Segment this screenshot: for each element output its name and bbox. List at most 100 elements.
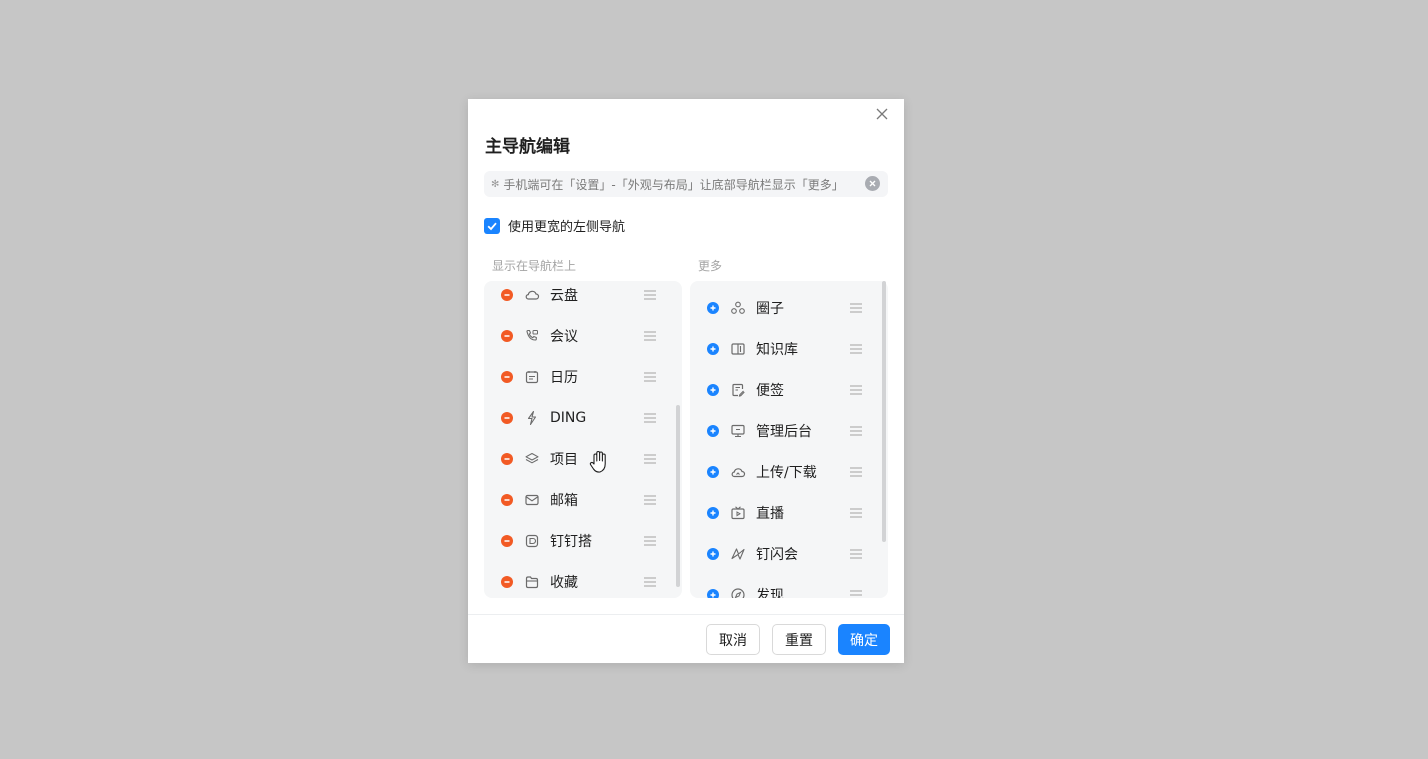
item-label: 云盘 xyxy=(550,287,578,304)
layers-icon xyxy=(524,451,540,467)
drag-handle-icon[interactable] xyxy=(643,371,657,383)
footer-divider xyxy=(468,614,904,615)
list-item[interactable]: 上传/下载 xyxy=(690,451,880,492)
tip-close-icon[interactable] xyxy=(865,176,880,191)
list-item[interactable]: 邮箱 xyxy=(484,479,674,520)
add-icon[interactable] xyxy=(707,383,719,396)
drag-handle-icon[interactable] xyxy=(849,302,863,314)
remove-icon[interactable] xyxy=(501,493,513,506)
item-label: 日历 xyxy=(550,369,578,386)
item-label: 管理后台 xyxy=(756,423,812,440)
monitor-icon xyxy=(730,423,746,439)
cloud-upload-icon xyxy=(730,464,746,480)
more-items-list[interactable]: 圈子 知识库 便签 管理后台 上传/下载 直播 钉闪会 发现 xyxy=(690,281,888,598)
drag-handle-icon[interactable] xyxy=(643,289,657,301)
cancel-button[interactable]: 取消 xyxy=(706,624,760,655)
remove-icon[interactable] xyxy=(501,411,513,424)
add-icon[interactable] xyxy=(707,506,719,519)
item-label: 圈子 xyxy=(756,300,784,317)
list-item[interactable]: DING xyxy=(484,397,674,438)
tip-text: 手机端可在「设置」-「外观与布局」让底部导航栏显示「更多」 xyxy=(503,177,844,192)
drag-handle-icon[interactable] xyxy=(643,535,657,547)
drag-handle-icon[interactable] xyxy=(849,384,863,396)
add-icon[interactable] xyxy=(707,588,719,598)
main-nav-edit-dialog: 主导航编辑 ✻ 手机端可在「设置」-「外观与布局」让底部导航栏显示「更多」 使用… xyxy=(468,99,904,663)
lightning-icon xyxy=(524,410,540,426)
item-label: 会议 xyxy=(550,328,578,345)
drag-handle-icon[interactable] xyxy=(849,589,863,598)
remove-icon[interactable] xyxy=(501,575,513,588)
folder-icon xyxy=(524,574,540,590)
list-item[interactable]: 云盘 xyxy=(484,281,674,315)
wide-nav-label: 使用更宽的左侧导航 xyxy=(508,220,626,235)
more-column-header: 更多 xyxy=(698,259,723,273)
checkbox-checked-icon[interactable] xyxy=(484,217,500,234)
drag-handle-icon[interactable] xyxy=(849,425,863,437)
drag-handle-icon[interactable] xyxy=(643,576,657,588)
meeting-phone-icon xyxy=(524,328,540,344)
info-icon: ✻ xyxy=(491,178,500,190)
item-label: 邮箱 xyxy=(550,492,578,509)
list-item[interactable]: 钉闪会 xyxy=(690,533,880,574)
tv-icon xyxy=(730,505,746,521)
list-item[interactable]: 项目 xyxy=(484,438,674,479)
drag-handle-icon[interactable] xyxy=(643,494,657,506)
item-label: 知识库 xyxy=(756,341,798,358)
item-label: 发现 xyxy=(756,587,784,599)
shown-items-list[interactable]: 云盘 会议 日历 DING 项目 邮箱 钉钉搭 收藏 xyxy=(484,281,682,598)
flash-meeting-icon xyxy=(730,546,746,562)
reset-button[interactable]: 重置 xyxy=(772,624,826,655)
item-label: 项目 xyxy=(550,451,578,468)
list-item[interactable]: 管理后台 xyxy=(690,410,880,451)
drag-handle-icon[interactable] xyxy=(643,330,657,342)
book-icon xyxy=(730,341,746,357)
tip-banner: ✻ 手机端可在「设置」-「外观与布局」让底部导航栏显示「更多」 xyxy=(484,171,888,197)
remove-icon[interactable] xyxy=(501,370,513,383)
list-item[interactable]: 知识库 xyxy=(690,328,880,369)
dialog-title: 主导航编辑 xyxy=(485,137,570,157)
app-builder-icon xyxy=(524,533,540,549)
item-label: 收藏 xyxy=(550,574,578,591)
item-label: 直播 xyxy=(756,505,784,522)
drag-handle-icon[interactable] xyxy=(849,343,863,355)
circle-group-icon xyxy=(730,300,746,316)
remove-icon[interactable] xyxy=(501,329,513,342)
wide-nav-toggle[interactable]: 使用更宽的左侧导航 xyxy=(484,216,625,235)
list-item[interactable]: 会议 xyxy=(484,315,674,356)
list-item[interactable]: 圈子 xyxy=(690,287,880,328)
close-icon[interactable] xyxy=(874,106,890,122)
remove-icon[interactable] xyxy=(501,288,513,301)
add-icon[interactable] xyxy=(707,301,719,314)
item-label: 便签 xyxy=(756,382,784,399)
item-label: 钉钉搭 xyxy=(550,533,592,550)
add-icon[interactable] xyxy=(707,424,719,437)
hand-cursor-icon xyxy=(588,449,612,475)
more-list-scrollbar[interactable] xyxy=(882,281,886,542)
item-label: DING xyxy=(550,409,587,426)
cloud-icon xyxy=(524,287,540,303)
calendar-icon xyxy=(524,369,540,385)
drag-handle-icon[interactable] xyxy=(643,453,657,465)
list-item[interactable]: 收藏 xyxy=(484,561,674,598)
note-icon xyxy=(730,382,746,398)
compass-icon xyxy=(730,587,746,598)
add-icon[interactable] xyxy=(707,465,719,478)
list-item[interactable]: 钉钉搭 xyxy=(484,520,674,561)
list-item[interactable]: 日历 xyxy=(484,356,674,397)
shown-column-header: 显示在导航栏上 xyxy=(492,259,577,273)
drag-handle-icon[interactable] xyxy=(849,548,863,560)
list-item[interactable]: 便签 xyxy=(690,369,880,410)
mail-icon xyxy=(524,492,540,508)
drag-handle-icon[interactable] xyxy=(643,412,657,424)
list-item[interactable]: 直播 xyxy=(690,492,880,533)
add-icon[interactable] xyxy=(707,342,719,355)
drag-handle-icon[interactable] xyxy=(849,466,863,478)
remove-icon[interactable] xyxy=(501,452,513,465)
remove-icon[interactable] xyxy=(501,534,513,547)
add-icon[interactable] xyxy=(707,547,719,560)
confirm-button[interactable]: 确定 xyxy=(838,624,890,655)
list-item[interactable]: 发现 xyxy=(690,574,880,598)
drag-handle-icon[interactable] xyxy=(849,507,863,519)
shown-list-scrollbar[interactable] xyxy=(676,405,680,587)
item-label: 钉闪会 xyxy=(756,546,798,563)
